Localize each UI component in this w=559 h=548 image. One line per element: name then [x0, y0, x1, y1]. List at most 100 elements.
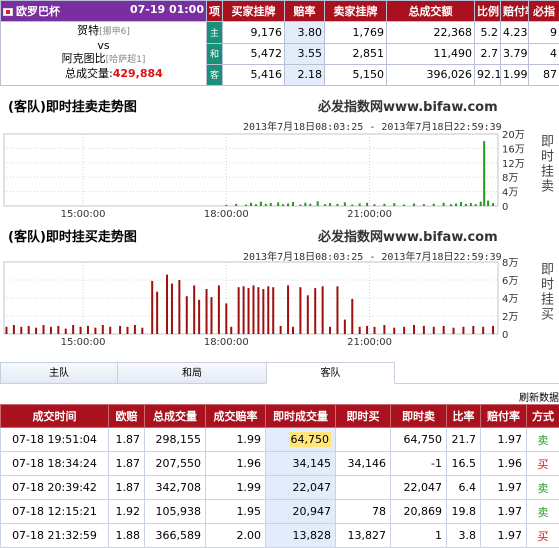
chart-bar: [262, 289, 264, 334]
chart2-title: (客队)即时挂买走势图: [8, 226, 137, 245]
chart1-title: (客队)即时挂卖走势图: [8, 96, 137, 115]
match-info-cell: 贺特[挪甲6] vs 阿克图比[哈萨超1] 总成交量:429,884: [1, 22, 207, 86]
eu-odds: 1.88: [109, 524, 145, 548]
eu-odds: 1.87: [109, 428, 145, 452]
th-way: 方式: [527, 405, 559, 428]
pay-rate: 1.97: [481, 500, 527, 524]
chart-bar: [366, 203, 368, 206]
ratio-value: 92.1: [475, 64, 501, 85]
instant-sell: 64,750: [391, 428, 447, 452]
chart-bar: [50, 327, 52, 334]
chart-bar: [230, 327, 232, 334]
index-value: 9: [529, 22, 559, 43]
chart-bar: [344, 320, 346, 334]
chart-bar: [480, 202, 482, 206]
chart-bar: [218, 285, 220, 334]
trades-table: 成交时间 欧赔 总成交量 成交赔率 即时成交量 即时买 即时卖 比率 赔付率 方…: [0, 404, 559, 548]
match-odds-table: 欧罗巴杯07-19 01:00 项 买家挂牌 赔率 卖家挂牌 总成交额 比例 赔…: [0, 0, 559, 86]
refresh-data-link[interactable]: 刷新数据: [519, 389, 559, 404]
trade-way: 卖: [527, 500, 559, 524]
chart-bar: [270, 203, 272, 206]
col-pay-header: 赔付率: [501, 1, 529, 22]
chart-bar: [329, 203, 331, 206]
chart-bar: [225, 205, 227, 206]
chart-bar: [492, 203, 494, 206]
chart-bar: [156, 292, 158, 334]
th-trade-odds: 成交赔率: [206, 405, 266, 428]
chart-bar: [287, 285, 289, 334]
sell-value: 1,769: [325, 22, 387, 43]
home-team[interactable]: 贺特[挪甲6]: [3, 24, 204, 39]
trade-time: 07-18 19:51:04: [1, 428, 109, 452]
chart-bar: [393, 203, 395, 206]
trade-odds: 1.96: [206, 452, 266, 476]
y-tick-label: 0: [502, 202, 508, 213]
chart-bar: [322, 286, 324, 334]
table-row: 07-18 20:39:421.87342,7081.9922,04722,04…: [1, 476, 559, 500]
chart-bar: [267, 286, 269, 334]
chart-bar: [292, 327, 294, 334]
y-tick-label: 6万: [502, 276, 518, 287]
chart-bar: [243, 286, 245, 334]
index-value: 87: [529, 64, 559, 85]
eu-odds: 1.92: [109, 500, 145, 524]
chart-bar: [483, 141, 485, 206]
chart-bar: [324, 204, 326, 206]
total-value: 11,490: [387, 43, 475, 64]
chart-bar: [43, 325, 45, 334]
instant-volume: 20,947: [266, 500, 336, 524]
chart-bar: [206, 289, 208, 334]
chart-bar: [351, 299, 353, 334]
instant-buy: 34,146: [336, 452, 391, 476]
buy-value: 5,416: [223, 64, 285, 85]
chart-bar: [252, 285, 254, 334]
trade-odds: 1.95: [206, 500, 266, 524]
ratio: 19.8: [447, 500, 481, 524]
chart-bar: [492, 326, 494, 334]
chart-bar: [13, 325, 15, 334]
chart1-side-label: 即时挂卖: [536, 134, 555, 194]
trade-time: 07-18 20:39:42: [1, 476, 109, 500]
table-row: 07-18 21:32:591.88366,5892.0013,82813,82…: [1, 524, 559, 548]
sell-trend-chart: 20万16万12万8万4万015:00:0018:00:0021:00:00: [0, 128, 535, 222]
chart-bar: [35, 328, 37, 334]
chart-bar: [178, 280, 180, 334]
trade-time: 07-18 18:34:24: [1, 452, 109, 476]
table-row: 07-18 18:34:241.87207,5501.9634,14534,14…: [1, 452, 559, 476]
chart-bar: [134, 325, 136, 334]
chart-bar: [171, 284, 173, 334]
chart-bar: [257, 287, 259, 334]
chart-bar: [109, 327, 111, 334]
y-tick-label: 20万: [502, 130, 525, 141]
chart-bar: [235, 204, 237, 206]
pay-rate: 1.97: [481, 476, 527, 500]
x-tick-label: 18:00:00: [204, 337, 249, 348]
trade-time: 07-18 12:15:21: [1, 500, 109, 524]
trade-time: 07-18 21:32:59: [1, 524, 109, 548]
tab-away[interactable]: 客队: [266, 362, 395, 384]
th-instant-buy: 即时买: [336, 405, 391, 428]
trade-way: 卖: [527, 428, 559, 452]
chart-bar: [465, 204, 467, 206]
chart-bar: [287, 203, 289, 206]
chart-bar: [141, 328, 143, 334]
chart-bar: [119, 326, 121, 334]
chart-bar: [250, 203, 252, 206]
tab-draw[interactable]: 和局: [117, 362, 267, 384]
ratio: 21.7: [447, 428, 481, 452]
league-name: 欧罗巴杯: [16, 5, 60, 18]
chart-bar: [472, 326, 474, 334]
instant-buy: 78: [336, 500, 391, 524]
chart-bar: [329, 327, 331, 334]
chart-bar: [186, 296, 188, 334]
tab-home[interactable]: 主队: [0, 362, 118, 384]
chart-bar: [272, 287, 274, 334]
x-tick-label: 21:00:00: [347, 209, 392, 220]
ratio-value: 5.2: [475, 22, 501, 43]
chart-bar: [210, 297, 212, 334]
col-index-header: 必指: [529, 1, 559, 22]
chart-bar: [151, 281, 153, 334]
away-team[interactable]: 阿克图比[哈萨超1]: [3, 52, 204, 67]
ratio: 16.5: [447, 452, 481, 476]
chart-bar: [225, 303, 227, 334]
